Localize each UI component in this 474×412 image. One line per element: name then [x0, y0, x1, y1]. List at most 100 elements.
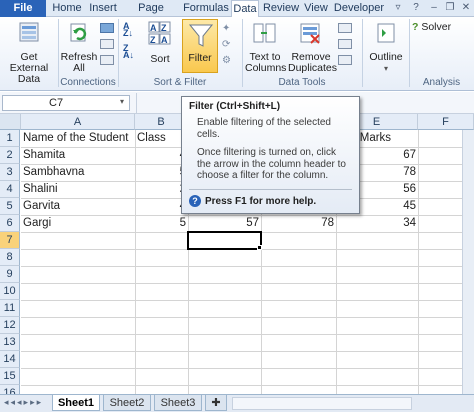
- refresh-icon: [70, 23, 87, 42]
- row-header[interactable]: 4: [0, 181, 20, 198]
- sheet-tab-sheet3[interactable]: Sheet3: [154, 395, 202, 411]
- restore-window-icon[interactable]: ❐: [444, 2, 456, 14]
- outline-label: Outline: [369, 51, 403, 63]
- ribbon-tab-bar: File Home Insert Page Layout Formulas Da…: [0, 0, 474, 31]
- sort-a-to-z-icon[interactable]: A Z↓: [123, 22, 139, 38]
- edit-links-icon[interactable]: [100, 55, 114, 65]
- text-to-columns-icon: [253, 23, 276, 43]
- row-header[interactable]: 11: [0, 300, 20, 317]
- group-label-connections: Connections: [60, 77, 116, 88]
- tab-file[interactable]: File: [0, 0, 46, 17]
- filter-tooltip: Filter (Ctrl+Shift+L) Enable filtering o…: [181, 96, 360, 214]
- tooltip-title: Filter (Ctrl+Shift+L): [189, 101, 281, 112]
- sheet-tab-sheet1[interactable]: Sheet1: [52, 395, 100, 411]
- connections-icon[interactable]: [100, 23, 114, 33]
- insert-sheet-icon[interactable]: ✚: [205, 395, 227, 411]
- cell-a6[interactable]: Gargi: [21, 215, 135, 232]
- reapply-icon[interactable]: ⟳: [222, 39, 236, 51]
- select-all-corner[interactable]: [0, 114, 21, 130]
- group-label-data-tools: Data Tools: [278, 77, 326, 88]
- outline-icon: [377, 23, 395, 43]
- outline-button[interactable]: Outline ▾: [365, 19, 407, 75]
- minimize-ribbon-icon[interactable]: ▿: [392, 2, 404, 14]
- tab-page-layout[interactable]: Page Layout: [122, 0, 180, 31]
- row-header[interactable]: 9: [0, 266, 20, 283]
- row-header[interactable]: 3: [0, 164, 20, 181]
- gridline: [21, 266, 474, 267]
- gridline: [21, 334, 474, 335]
- svg-text:A: A: [150, 23, 157, 33]
- vertical-scrollbar[interactable]: [462, 130, 474, 394]
- advanced-filter-icon[interactable]: ⚙: [222, 55, 236, 67]
- cell-c7-selected[interactable]: [187, 231, 262, 250]
- fill-handle[interactable]: [257, 245, 262, 250]
- ribbon: Get External Data Refresh All Connection…: [0, 17, 474, 91]
- row-header[interactable]: 10: [0, 283, 20, 300]
- remove-duplicates-label: Remove Duplicates: [288, 51, 338, 74]
- row-header[interactable]: 16: [0, 385, 20, 394]
- remove-duplicates-button[interactable]: Remove Duplicates: [288, 19, 338, 75]
- refresh-all-button[interactable]: Refresh All: [60, 19, 98, 75]
- name-box-dropdown-icon[interactable]: ▾: [120, 97, 124, 106]
- row-header[interactable]: 2: [0, 147, 20, 164]
- solver-button[interactable]: ? Solver: [412, 22, 472, 36]
- cell-b6[interactable]: 5: [135, 215, 188, 232]
- get-external-data-button[interactable]: Get External Data: [1, 19, 57, 85]
- column-header[interactable]: F: [418, 114, 474, 130]
- row-header[interactable]: 5: [0, 198, 20, 215]
- cell-a5[interactable]: Garvita: [21, 198, 135, 215]
- tab-insert[interactable]: Insert: [86, 0, 120, 17]
- sort-label: Sort: [150, 53, 170, 65]
- row-header[interactable]: 15: [0, 368, 20, 385]
- text-to-columns-label: Text to Columns: [245, 51, 287, 74]
- cell-c6[interactable]: 57: [188, 215, 261, 232]
- minimize-window-icon[interactable]: –: [428, 2, 440, 14]
- clear-icon[interactable]: ✦: [222, 23, 236, 35]
- data-validation-icon[interactable]: [338, 23, 352, 33]
- row-header-active[interactable]: 7: [0, 232, 20, 249]
- sheet-tab-bar: ◂◂◂▸▸▸ Sheet1 Sheet2 Sheet3 ✚: [0, 394, 474, 412]
- sort-button[interactable]: A Z Z A Sort: [143, 19, 177, 75]
- gridline: [21, 317, 474, 318]
- formula-bar-divider: [136, 93, 137, 113]
- tab-formulas[interactable]: Formulas: [183, 0, 229, 17]
- sheet-tab-sheet2[interactable]: Sheet2: [103, 395, 151, 411]
- properties-icon[interactable]: [100, 39, 114, 49]
- what-if-analysis-icon[interactable]: [338, 55, 352, 65]
- sheet-nav-arrows-icon[interactable]: ◂◂◂▸▸▸: [4, 397, 43, 408]
- text-to-columns-button[interactable]: Text to Columns: [245, 19, 287, 75]
- row-header[interactable]: 13: [0, 334, 20, 351]
- cell-d6[interactable]: 78: [261, 215, 336, 232]
- horizontal-scrollbar[interactable]: [232, 397, 412, 410]
- help-icon[interactable]: ?: [410, 2, 422, 14]
- help-icon: ?: [189, 194, 201, 207]
- sort-z-to-a-icon[interactable]: Z A↓: [123, 44, 139, 60]
- name-box[interactable]: C7: [2, 95, 130, 111]
- column-header[interactable]: A: [21, 114, 135, 130]
- cell-e6[interactable]: 34: [336, 215, 418, 232]
- cell-a4[interactable]: Shalini: [21, 181, 135, 198]
- row-header[interactable]: 14: [0, 351, 20, 368]
- filter-button[interactable]: Filter: [182, 19, 218, 73]
- tab-review[interactable]: Review: [262, 0, 300, 17]
- tooltip-help-row: ? Press F1 for more help.: [189, 194, 352, 209]
- svg-text:Z: Z: [161, 23, 167, 33]
- row-header[interactable]: 6: [0, 215, 20, 232]
- row-header[interactable]: 1: [0, 130, 20, 147]
- row-header[interactable]: 12: [0, 317, 20, 334]
- solver-label: Solver: [421, 21, 452, 33]
- cell-a2[interactable]: Shamita: [21, 147, 135, 164]
- tooltip-description: Enable filtering of the selected cells.: [197, 117, 331, 140]
- gridline: [21, 385, 474, 386]
- tab-view[interactable]: View: [302, 0, 330, 17]
- tab-data[interactable]: Data: [231, 0, 259, 18]
- row-header[interactable]: 8: [0, 249, 20, 266]
- outline-dropdown-icon: ▾: [383, 64, 388, 73]
- close-window-icon[interactable]: ✕: [460, 2, 472, 14]
- tab-home[interactable]: Home: [50, 0, 84, 17]
- consolidate-icon[interactable]: [338, 39, 352, 49]
- tab-developer[interactable]: Developer: [333, 0, 385, 17]
- cell-a3[interactable]: Sambhavna: [21, 164, 135, 181]
- cell-a1[interactable]: Name of the Student: [21, 130, 135, 147]
- gridline: [21, 351, 474, 352]
